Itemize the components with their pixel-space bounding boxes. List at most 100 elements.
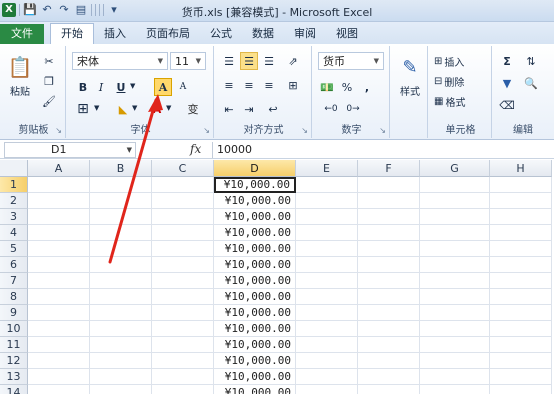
tab-view[interactable]: 视图: [326, 24, 368, 44]
cell[interactable]: [358, 321, 420, 337]
format-painter-icon[interactable]: 🖌: [40, 92, 58, 110]
increase-decimal-icon[interactable]: ←0: [322, 100, 340, 118]
align-right-icon[interactable]: ≡: [260, 76, 278, 94]
cell[interactable]: [28, 273, 90, 289]
tab-home[interactable]: 开始: [50, 23, 94, 44]
column-header-f[interactable]: F: [358, 160, 420, 177]
cell[interactable]: [28, 353, 90, 369]
cell[interactable]: [358, 225, 420, 241]
cell[interactable]: [28, 321, 90, 337]
column-header-h[interactable]: H: [490, 160, 552, 177]
align-left-icon[interactable]: ≡: [220, 76, 238, 94]
cell[interactable]: [90, 177, 152, 193]
cell[interactable]: [28, 177, 90, 193]
cell[interactable]: [420, 369, 490, 385]
column-header-g[interactable]: G: [420, 160, 490, 177]
cell[interactable]: [152, 337, 214, 353]
cell[interactable]: [296, 177, 358, 193]
tab-data[interactable]: 数据: [242, 24, 284, 44]
tab-insert[interactable]: 插入: [94, 24, 136, 44]
cell[interactable]: [490, 369, 552, 385]
cell[interactable]: [90, 321, 152, 337]
italic-button[interactable]: I: [92, 78, 110, 96]
merge-center-icon[interactable]: ⊞: [284, 76, 302, 94]
column-header-a[interactable]: A: [28, 160, 90, 177]
accounting-format-icon[interactable]: 💵: [318, 78, 336, 96]
cell[interactable]: [296, 289, 358, 305]
cell[interactable]: [296, 337, 358, 353]
row-header[interactable]: 8: [0, 289, 28, 305]
cell[interactable]: [420, 305, 490, 321]
cell[interactable]: [358, 209, 420, 225]
phonetic-guide-button[interactable]: 变: [184, 100, 202, 118]
cell[interactable]: ¥10,000.00: [214, 257, 296, 273]
formula-input[interactable]: 10000: [212, 142, 552, 158]
row-header[interactable]: 2: [0, 193, 28, 209]
grow-font-button[interactable]: A: [154, 78, 172, 96]
cell[interactable]: [490, 385, 552, 394]
row-header[interactable]: 10: [0, 321, 28, 337]
cell[interactable]: ¥10,000.00: [214, 321, 296, 337]
underline-button[interactable]: U: [112, 78, 130, 96]
cell[interactable]: [296, 369, 358, 385]
cell[interactable]: [420, 353, 490, 369]
find-select-icon[interactable]: 🔍: [522, 74, 540, 92]
row-header[interactable]: 7: [0, 273, 28, 289]
cell[interactable]: [90, 353, 152, 369]
increase-indent-icon[interactable]: ⇥: [240, 100, 258, 118]
row-header[interactable]: 9: [0, 305, 28, 321]
cell[interactable]: [152, 353, 214, 369]
column-header-d[interactable]: D: [214, 160, 296, 177]
cell[interactable]: [358, 305, 420, 321]
cell[interactable]: [296, 321, 358, 337]
cell[interactable]: [152, 257, 214, 273]
cell[interactable]: ¥10,000.00: [214, 225, 296, 241]
cut-icon[interactable]: ✂: [40, 52, 58, 70]
chevron-down-icon[interactable]: ▼: [132, 104, 137, 112]
fill-icon[interactable]: ▼: [498, 74, 516, 92]
cell[interactable]: [490, 353, 552, 369]
cell[interactable]: [358, 177, 420, 193]
cell[interactable]: [152, 193, 214, 209]
cell[interactable]: [358, 353, 420, 369]
column-header-c[interactable]: C: [152, 160, 214, 177]
cell[interactable]: [296, 353, 358, 369]
cell[interactable]: [490, 321, 552, 337]
cell[interactable]: [28, 225, 90, 241]
cell[interactable]: [90, 369, 152, 385]
cell[interactable]: [28, 209, 90, 225]
cell[interactable]: [90, 225, 152, 241]
dialog-launcher-icon[interactable]: ↘: [301, 126, 308, 135]
cell[interactable]: [28, 241, 90, 257]
dialog-launcher-icon[interactable]: ↘: [379, 126, 386, 135]
row-header[interactable]: 5: [0, 241, 28, 257]
autosum-button[interactable]: Σ: [498, 52, 516, 70]
cell[interactable]: [420, 273, 490, 289]
wrap-text-icon[interactable]: ↩: [264, 100, 282, 118]
bold-button[interactable]: B: [74, 78, 92, 96]
cell[interactable]: [296, 241, 358, 257]
cell[interactable]: [420, 177, 490, 193]
cell[interactable]: [90, 257, 152, 273]
cell[interactable]: [420, 321, 490, 337]
format-cells-button[interactable]: ▦ 格式: [434, 92, 465, 110]
cell[interactable]: [90, 337, 152, 353]
font-size-select[interactable]: 11 ▼: [170, 52, 206, 70]
cell[interactable]: [28, 257, 90, 273]
borders-icon[interactable]: ⊞: [74, 100, 92, 118]
column-header-b[interactable]: B: [90, 160, 152, 177]
tab-formulas[interactable]: 公式: [200, 24, 242, 44]
underline-dropdown-icon[interactable]: ▼: [130, 82, 135, 90]
insert-cells-button[interactable]: ⊞ 插入: [434, 52, 464, 70]
shrink-font-button[interactable]: A: [174, 78, 192, 96]
cell[interactable]: [28, 385, 90, 394]
cell[interactable]: [358, 385, 420, 394]
cell[interactable]: [358, 241, 420, 257]
decrease-decimal-icon[interactable]: 0→: [344, 100, 362, 118]
cell[interactable]: [296, 257, 358, 273]
align-center-icon[interactable]: ≡: [240, 76, 258, 94]
cell[interactable]: [296, 305, 358, 321]
cell[interactable]: [358, 369, 420, 385]
cell[interactable]: ¥10,000.00: [214, 353, 296, 369]
cell[interactable]: [28, 305, 90, 321]
